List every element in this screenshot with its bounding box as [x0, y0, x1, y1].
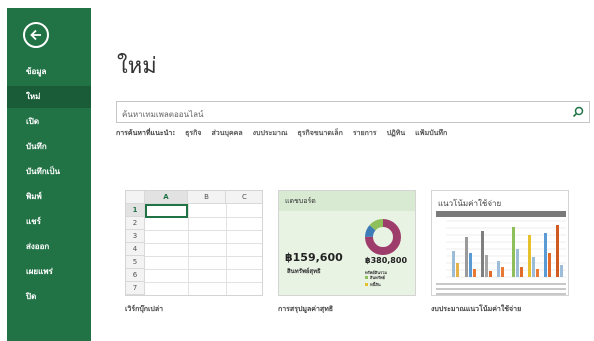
suggested-searches: การค้นหาที่แนะนำ: ธุรกิจ ส่วนบุคคล งบประ… — [116, 128, 447, 142]
row-header: 5 — [126, 256, 145, 269]
net-worth-value: ฿159,600 — [285, 251, 343, 264]
column-header: A — [145, 191, 188, 204]
legend-label-liabilities: หนี้สิน — [370, 282, 381, 287]
column-header: B — [188, 191, 226, 204]
blank-workbook-preview: A B C 1 2 3 4 5 6 7 — [126, 191, 262, 295]
row-header: 4 — [126, 243, 145, 256]
search-icon[interactable] — [572, 106, 584, 118]
template-search-input[interactable] — [117, 104, 557, 125]
legend-label-assets: สินทรัพย์ — [370, 275, 385, 280]
dashboard-header-text: แดชบอร์ด — [285, 197, 316, 205]
main-panel: ใหม่ การค้นหาที่แนะนำ: ธุรกิจ ส่วนบุคคล … — [91, 8, 594, 341]
nav-item-info[interactable]: ข้อมูล — [7, 61, 91, 83]
template-net-worth[interactable]: แดชบอร์ด ฿159,600 สินทรัพย์สุทธิ ฿380,80… — [278, 190, 416, 296]
nav-item-close[interactable]: ปิด — [7, 286, 91, 308]
net-worth-label: สินทรัพย์สุทธิ — [287, 268, 321, 275]
row-header: 7 — [126, 282, 145, 295]
nav-item-save-as[interactable]: บันทึกเป็น — [7, 161, 91, 183]
nav-item-save[interactable]: บันทึก — [7, 136, 91, 158]
donut-chart-icon — [365, 219, 401, 255]
suggested-link-business[interactable]: ธุรกิจ — [185, 128, 201, 142]
nav-item-open[interactable]: เปิด — [7, 111, 91, 133]
suggested-searches-label: การค้นหาที่แนะนำ: — [116, 129, 176, 137]
template-caption: งบประมาณแนวโน้มค่าใช้จ่าย — [431, 305, 522, 313]
expense-chart-preview-icon — [436, 211, 566, 295]
grid-line — [145, 282, 262, 283]
column-header: C — [226, 191, 262, 204]
back-button[interactable] — [23, 22, 49, 48]
row-header: 6 — [126, 269, 145, 282]
nav-item-new[interactable]: ใหม่ — [7, 86, 91, 108]
dashboard-body: ฿159,600 สินทรัพย์สุทธิ ฿380,800 ทรัพย์ส… — [279, 211, 415, 295]
template-expense-trends[interactable]: แนวโน้มค่าใช้จ่าย — [431, 190, 569, 296]
suggested-link-calendar[interactable]: ปฏิทิน — [387, 128, 406, 142]
grid-line — [145, 230, 262, 231]
legend-swatch-assets — [365, 276, 368, 279]
grid-line — [145, 269, 262, 270]
template-caption: การสรุปมูลค่าสุทธิ — [278, 305, 334, 313]
suggested-link-journal[interactable]: แฟ้มบันทึก — [415, 128, 447, 142]
template-blank-workbook[interactable]: A B C 1 2 3 4 5 6 7 — [125, 190, 263, 296]
template-search-box[interactable] — [116, 101, 590, 125]
total-assets-value: ฿380,800 — [365, 256, 408, 265]
grid-corner — [126, 191, 145, 204]
dashboard-header: แดชบอร์ด — [279, 191, 415, 211]
suggested-link-personal[interactable]: ส่วนบุคคล — [212, 128, 243, 142]
suggested-link-small-business[interactable]: ธุรกิจขนาดเล็ก — [297, 128, 342, 142]
nav-item-share[interactable]: แชร์ — [7, 211, 91, 233]
grid-line — [145, 256, 262, 257]
nav-item-export[interactable]: ส่งออก — [7, 236, 91, 258]
grid-line — [145, 243, 262, 244]
page-title: ใหม่ — [117, 54, 157, 79]
nav-item-print[interactable]: พิมพ์ — [7, 186, 91, 208]
row-header: 2 — [126, 217, 145, 230]
back-arrow-icon — [30, 29, 41, 41]
backstage-sidebar: ข้อมูล ใหม่ เปิด บันทึก บันทึกเป็น พิมพ์… — [7, 8, 91, 341]
row-header: 1 — [126, 204, 145, 217]
nav-item-publish[interactable]: เผยแพร่ — [7, 261, 91, 283]
suggested-link-list[interactable]: รายการ — [353, 128, 377, 142]
row-header: 3 — [126, 230, 145, 243]
legend-swatch-liabilities — [365, 283, 368, 286]
suggested-link-budget[interactable]: งบประมาณ — [253, 128, 288, 142]
template-caption: เวิร์กบุ๊กเปล่า — [125, 305, 164, 313]
selected-cell — [145, 204, 188, 218]
